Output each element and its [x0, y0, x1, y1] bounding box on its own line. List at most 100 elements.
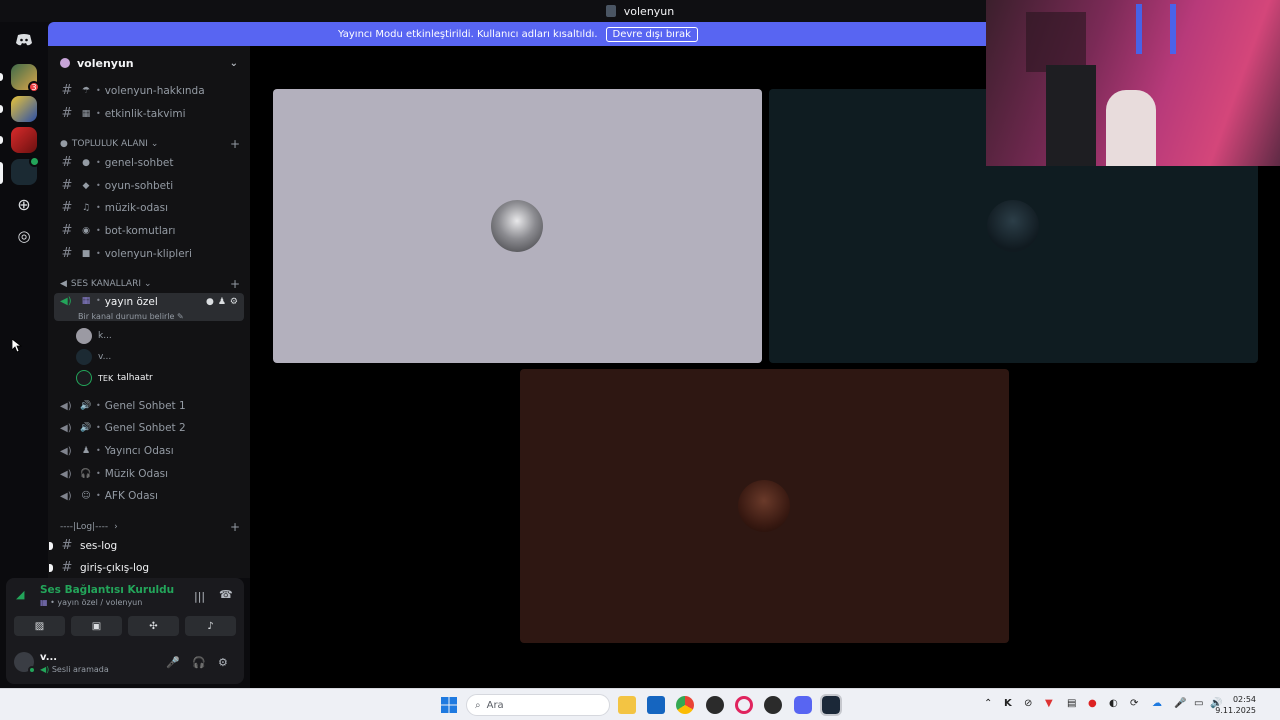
channel-emoji-icon: 🎧 — [80, 468, 92, 479]
headphones-icon[interactable]: 🎧 — [192, 656, 206, 669]
channel-item[interactable]: # ☂ • volenyun-hakkında — [54, 80, 244, 101]
discover-icon[interactable]: ◎ — [11, 223, 37, 249]
voice-member[interactable]: k... — [76, 326, 112, 346]
channel-item-unread[interactable]: # ses-log — [49, 535, 244, 556]
channel-item[interactable]: # ♫ • müzik-odası — [54, 197, 244, 218]
tray-app-icon[interactable]: ⟳ — [1130, 698, 1138, 709]
signal-icon[interactable]: ◢ — [16, 588, 24, 601]
category-log[interactable]: ----|Log|---- › + — [60, 520, 244, 534]
server-icon-volenyun[interactable] — [11, 156, 40, 185]
discord-home-icon[interactable] — [11, 27, 37, 53]
app-icon[interactable] — [764, 696, 782, 714]
discord-taskbar-icon[interactable] — [794, 696, 812, 714]
voice-channel[interactable]: ◀) 🎧 • Müzik Odası — [54, 463, 244, 484]
channel-item[interactable]: # ▦ • etkinlik-takvimi — [54, 103, 244, 124]
camera-off-button[interactable]: ▨ — [14, 616, 65, 636]
unread-pill — [49, 541, 53, 550]
noise-suppression-icon[interactable]: ||| — [194, 590, 205, 603]
category-community[interactable]: ● TOPLULUK ALANI ⌄ + — [60, 137, 244, 151]
channel-item[interactable]: # ■ • volenyun-klipleri — [54, 243, 244, 264]
soundboard-button[interactable]: ♪ — [185, 616, 236, 636]
tray-app-icon[interactable]: ▤ — [1067, 698, 1076, 709]
add-channel-icon[interactable]: + — [230, 137, 240, 151]
taskbar-search[interactable]: ⌕ Ara — [466, 694, 610, 716]
server-icon-2[interactable] — [11, 96, 37, 122]
microphone-icon[interactable]: 🎤 — [1174, 698, 1186, 709]
chat-icon[interactable]: ● — [206, 297, 214, 307]
separator-dot: • — [96, 109, 101, 118]
channel-name: volenyun-hakkında — [104, 84, 205, 97]
channel-item[interactable]: # ● • genel-sohbet — [54, 152, 244, 173]
voice-channel[interactable]: ◀) ♟ • Yayıncı Odası — [54, 440, 244, 461]
hash-icon: # — [61, 200, 73, 215]
activities-icon: ✣ — [149, 620, 158, 632]
disconnect-icon[interactable]: ☎ — [219, 588, 233, 601]
speaker-icon: ◀) — [60, 490, 72, 502]
separator-dot: • — [96, 203, 101, 212]
unread-pill — [0, 73, 3, 81]
streamer-figure — [1106, 90, 1156, 166]
speaker-icon: ◀ — [60, 279, 67, 289]
add-server-icon[interactable]: ⊕ — [11, 191, 37, 217]
category-label: SES KANALLARI — [70, 279, 141, 289]
channel-status-prompt[interactable]: Bir kanal durumu belirle ✎ — [78, 312, 184, 321]
voice-member[interactable]: TEK talhaatr — [76, 368, 153, 388]
voice-status[interactable]: Ses Bağlantısı Kuruldu — [40, 584, 174, 596]
tray-app-icon[interactable]: ⊘ — [1024, 698, 1032, 709]
tray-app-icon[interactable]: ● — [1088, 698, 1097, 709]
add-channel-icon[interactable]: + — [230, 277, 240, 291]
chevron-down-icon: ⌄ — [150, 139, 159, 149]
clock[interactable]: 02:54 9.11.2025 — [1215, 694, 1256, 716]
voice-member[interactable]: v... — [76, 347, 111, 367]
participant-tile[interactable] — [273, 89, 762, 363]
server-header[interactable]: volenyun ⌄ — [48, 50, 250, 76]
windows-start-icon[interactable] — [440, 696, 458, 714]
microphone-icon[interactable]: 🎤 — [166, 656, 180, 669]
tray-app-icon[interactable]: ☁ — [1152, 698, 1162, 709]
channel-item[interactable]: # ◆ • oyun-sohbeti — [54, 175, 244, 196]
channel-item[interactable]: # ◉ • bot-komutları — [54, 220, 244, 241]
unread-pill — [0, 105, 3, 113]
tray-app-icon[interactable]: ▼ — [1045, 698, 1053, 709]
tray-app-icon[interactable]: K — [1004, 698, 1012, 709]
gear-icon[interactable]: ⚙ — [218, 656, 228, 669]
chevron-up-icon[interactable]: ⌃ — [984, 698, 992, 709]
network-icon[interactable]: ▭ — [1194, 698, 1203, 709]
chrome-icon[interactable] — [676, 696, 694, 714]
invite-icon[interactable]: ♟ — [218, 297, 226, 307]
voice-channel[interactable]: ◀) ☺ • AFK Odası — [54, 485, 244, 506]
tray-app-icon[interactable]: ◐ — [1109, 698, 1118, 709]
hash-icon: # — [61, 223, 73, 238]
activities-button[interactable]: ✣ — [128, 616, 179, 636]
participant-tile[interactable] — [520, 369, 1009, 643]
voice-connection-panel: ◢ Ses Bağlantısı Kuruldu ▦ • yayın özel … — [6, 578, 244, 642]
channel-name: AFK Odası — [104, 489, 158, 502]
steam-icon[interactable] — [820, 694, 842, 716]
voice-channel[interactable]: ◀) 🔊 • Genel Sohbet 1 — [54, 395, 244, 416]
gear-icon[interactable]: ⚙ — [230, 297, 238, 307]
server-icon-3[interactable] — [11, 127, 37, 153]
channel-emoji-icon: 🔊 — [80, 422, 92, 433]
taskbar: ⌕ Ara ⌃ K ⊘ ▼ ▤ ● ◐ ⟳ ☁ 🎤 ▭ 🔊 02:54 9.11… — [0, 688, 1280, 720]
v-logo-light — [1136, 4, 1176, 54]
add-channel-icon[interactable]: + — [230, 520, 240, 534]
channel-emoji-icon: ◆ — [82, 180, 90, 191]
store-icon[interactable] — [647, 696, 665, 714]
opera-icon[interactable] — [735, 696, 753, 714]
user-name[interactable]: v... — [40, 652, 57, 663]
file-explorer-icon[interactable] — [618, 696, 636, 714]
chevron-down-icon[interactable]: ⌄ — [230, 58, 238, 69]
voice-channel[interactable]: ◀) 🔊 • Genel Sohbet 2 — [54, 417, 244, 438]
voice-location[interactable]: ▦ • yayın özel / volenyun — [40, 598, 142, 607]
hash-icon: # — [61, 155, 73, 170]
obs-icon[interactable] — [706, 696, 724, 714]
channel-item-unread[interactable]: # giriş-çıkış-log — [49, 557, 244, 578]
avatar[interactable] — [14, 652, 36, 674]
category-voice[interactable]: ◀ SES KANALLARI ⌄ + — [60, 277, 244, 291]
poster-wall — [1026, 12, 1086, 72]
member-name: v... — [98, 352, 112, 362]
hash-icon: # — [61, 560, 73, 575]
server-icon-1[interactable]: 3 — [11, 64, 40, 93]
screen-share-button[interactable]: ▣ — [71, 616, 122, 636]
disable-streamer-mode-button[interactable]: Devre dışı bırak — [605, 26, 698, 42]
